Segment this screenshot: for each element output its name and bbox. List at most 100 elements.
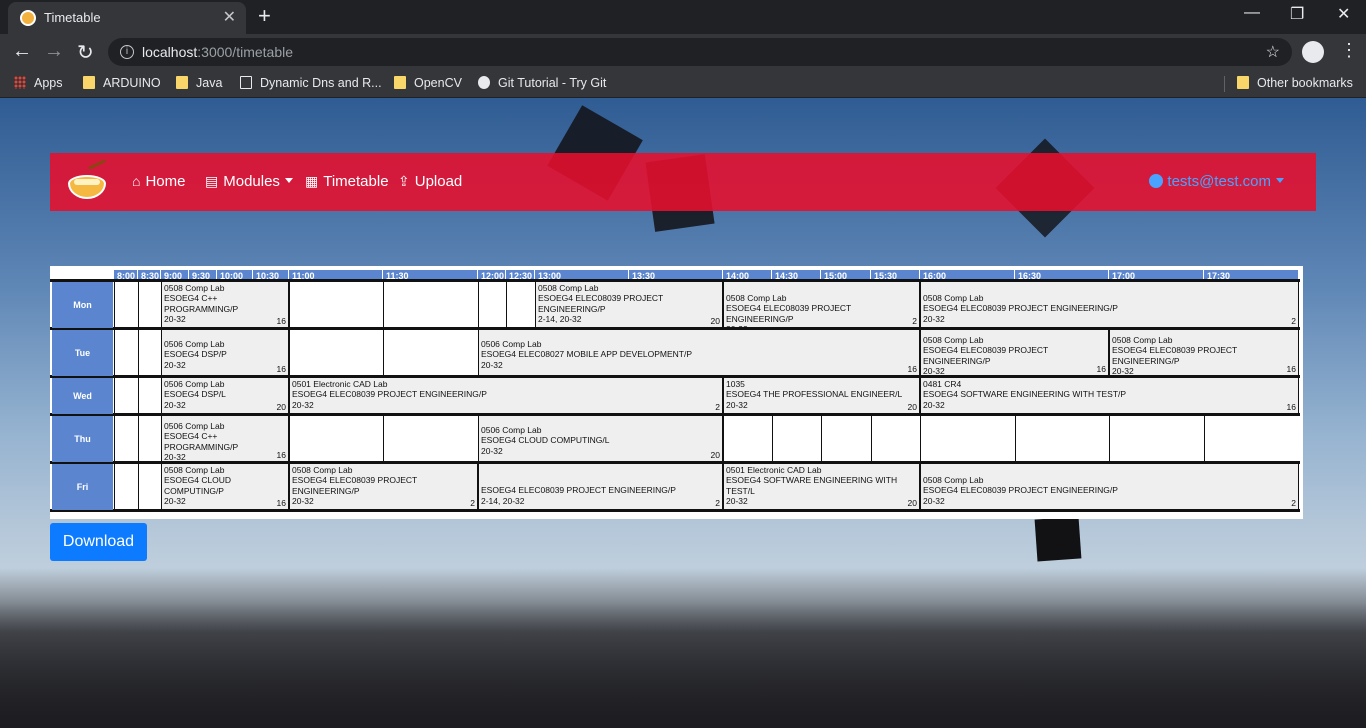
user-email: tests@test.com [1167, 173, 1271, 190]
class-line: ESOEG4 SOFTWARE ENGINEERING WITH TEST/P [923, 389, 1127, 400]
new-tab-icon[interactable]: + [258, 3, 271, 29]
nav-timetable-label: Timetable [323, 173, 389, 190]
empty-slot [1015, 416, 1109, 462]
class-line: 1035 [726, 379, 745, 389]
class-block[interactable]: 0481 CR4 ESOEG4 SOFTWARE ENGINEERING WITH… [920, 378, 1299, 414]
class-block[interactable]: 0508 Comp Lab ESOEG4 C++ PROGRAMMING/P 20-3… [161, 282, 289, 328]
browser-menu-icon[interactable]: ⋮ [1340, 40, 1358, 61]
forward-icon[interactable]: → [44, 40, 64, 63]
class-line: 0508 Comp Lab [923, 293, 984, 303]
class-block[interactable]: 0508 Comp Lab ESOEG4 CLOUD COMPUTING/P 20-3… [161, 464, 289, 510]
user-menu-dropdown[interactable]: tests@test.com [1149, 173, 1284, 190]
page-icon [240, 76, 252, 89]
profile-avatar-icon[interactable] [1302, 41, 1324, 63]
class-line: 0506 Comp Lab [481, 425, 542, 435]
class-group-count: 2 [715, 497, 720, 508]
class-block[interactable]: 0508 Comp Lab ESOEG4 ELEC08039 PROJECT ENG… [535, 282, 723, 328]
folder-icon [1237, 76, 1249, 89]
class-group-count: 16 [276, 363, 286, 374]
info-icon[interactable]: i [120, 45, 134, 59]
restore-icon[interactable]: ❐ [1290, 4, 1304, 24]
class-line: ESOEG4 ELEC08039 PROJECT ENGINEERING/P [923, 485, 1118, 496]
bookmark-label: ARDUINO [103, 76, 161, 90]
class-block[interactable]: 0508 Comp Lab ESOEG4 ELEC08039 PROJECT ENG… [1109, 330, 1299, 376]
nav-home[interactable]: ⌂ Home [132, 173, 185, 190]
nav-modules-dropdown[interactable]: ▤ Modules [205, 173, 293, 190]
download-button[interactable]: Download [50, 523, 147, 561]
back-icon[interactable]: ← [12, 40, 32, 63]
address-bar[interactable]: i localhost:3000/timetable ☆ [108, 38, 1292, 66]
class-block[interactable]: 0506 Comp Lab ESOEG4 ELEC08027 MOBILE APP… [478, 330, 920, 376]
class-line: ESOEG4 DSP/L [164, 389, 226, 400]
empty-slot [114, 282, 138, 328]
class-line: 20-32 [292, 495, 314, 506]
empty-slot [383, 330, 478, 376]
bookmark-star-icon[interactable]: ☆ [1266, 42, 1280, 62]
class-block[interactable]: 0501 Electronic CAD Lab ESOEG4 SOFTWARE E… [723, 464, 920, 510]
bookmarks-bar: Apps ARDUINO Java Dynamic Dns and R... O… [0, 70, 1366, 98]
url-text: localhost:3000/timetable [142, 44, 293, 60]
browser-tab[interactable]: Timetable ✕ [8, 2, 246, 34]
class-line: 0508 Comp Lab [1112, 335, 1173, 345]
class-block[interactable]: 1035 ESOEG4 THE PROFESSIONAL ENGINEER/L 20… [723, 378, 920, 414]
reload-icon[interactable]: ↻ [77, 40, 94, 65]
upload-icon: ⇪ [398, 173, 410, 189]
bookmark-opencv[interactable]: OpenCV [394, 76, 462, 90]
class-line: ESOEG4 THE PROFESSIONAL ENGINEER/L [726, 389, 903, 400]
class-line: 0508 Comp Lab [164, 465, 225, 475]
bookmark-git-tutorial[interactable]: Git Tutorial - Try Git [478, 76, 606, 90]
class-line: 20-32 [164, 495, 186, 506]
book-icon: ▤ [205, 173, 219, 189]
class-line: 20-32 [164, 313, 186, 324]
nav-upload[interactable]: ⇪ Upload [398, 173, 462, 190]
bookmark-arduino[interactable]: ARDUINO [83, 76, 161, 90]
class-line: 20-32 [481, 445, 503, 456]
class-block[interactable]: 0506 Comp Lab ESOEG4 CLOUD COMPUTING/L 20-… [478, 416, 723, 462]
class-block[interactable]: 0508 Comp Lab ESOEG4 ELEC08039 PROJECT ENG… [920, 330, 1109, 376]
class-line: ESOEG4 SOFTWARE ENGINEERING WITH [726, 475, 898, 486]
class-line: COMPUTING/P [164, 485, 224, 496]
bookmark-other[interactable]: Other bookmarks [1237, 76, 1353, 90]
empty-slot [383, 282, 478, 328]
bookmark-java[interactable]: Java [176, 76, 222, 90]
class-block[interactable]: 0508 Comp Lab ESOEG4 ELEC08039 PROJECT ENG… [289, 464, 478, 510]
calendar-icon: ▦ [305, 173, 319, 189]
class-block[interactable]: ESOEG4 ELEC08039 PROJECT ENGINEERING/P 2-… [478, 464, 723, 510]
class-block[interactable]: 0506 Comp Lab ESOEG4 C++ PROGRAMMING/P 20-3… [161, 416, 289, 462]
class-block[interactable]: 0506 Comp Lab ESOEG4 DSP/P 20-32 16 [161, 330, 289, 376]
empty-slot [478, 282, 506, 328]
close-window-icon[interactable]: ✕ [1337, 4, 1350, 24]
minimize-icon[interactable]: — [1244, 4, 1260, 22]
class-line: 20-32 [923, 495, 945, 506]
empty-slot [114, 330, 138, 376]
empty-slot [138, 378, 161, 414]
class-line: ESOEG4 ELEC08039 PROJECT [1112, 345, 1238, 356]
class-block[interactable]: 0508 Comp Lab ESOEG4 ELEC08039 PROJECT EN… [723, 282, 920, 328]
class-line: ESOEG4 ELEC08027 MOBILE APP DEVELOPMENT/… [481, 349, 693, 360]
class-group-count: 2 [715, 401, 720, 412]
class-group-count: 2 [1291, 497, 1296, 508]
bookmark-dynamic-dns[interactable]: Dynamic Dns and R... [240, 76, 382, 90]
empty-slot [289, 330, 383, 376]
graduation-cap-shape [1034, 516, 1082, 562]
bookmark-label: Dynamic Dns and R... [260, 76, 382, 90]
class-line: 2-14, 20-32 [481, 495, 525, 506]
class-block[interactable]: 0506 Comp Lab ESOEG4 DSP/L 20-32 20 [161, 378, 289, 414]
class-line: 20-32 [164, 451, 186, 462]
class-block[interactable]: 0508 Comp Lab ESOEG4 ELEC08039 PROJECT EN… [920, 282, 1299, 328]
class-line: 0508 Comp Lab [164, 283, 225, 293]
day-label: Wed [52, 378, 113, 414]
nav-timetable[interactable]: ▦ Timetable [305, 173, 389, 190]
bookmark-apps[interactable]: Apps [14, 76, 63, 90]
class-block[interactable]: 0508 Comp Lab ESOEG4 ELEC08039 PROJECT EN… [920, 464, 1299, 510]
class-block[interactable]: 0501 Electronic CAD Lab ESOEG4 ELEC08039 … [289, 378, 723, 414]
empty-slot [772, 416, 821, 462]
tab-title: Timetable [44, 10, 101, 25]
class-line: ENGINEERING/P [923, 355, 991, 366]
close-tab-icon[interactable]: ✕ [223, 7, 236, 27]
class-line: 0508 Comp Lab [923, 475, 984, 485]
bookmark-label: Java [196, 76, 223, 90]
timetable-grid: 8:00 8:30 9:00 9:30 10:00 10:30 11:00 11:30 12:0… [50, 266, 1303, 519]
folder-icon [394, 76, 406, 89]
ramen-logo-icon[interactable] [68, 159, 106, 201]
